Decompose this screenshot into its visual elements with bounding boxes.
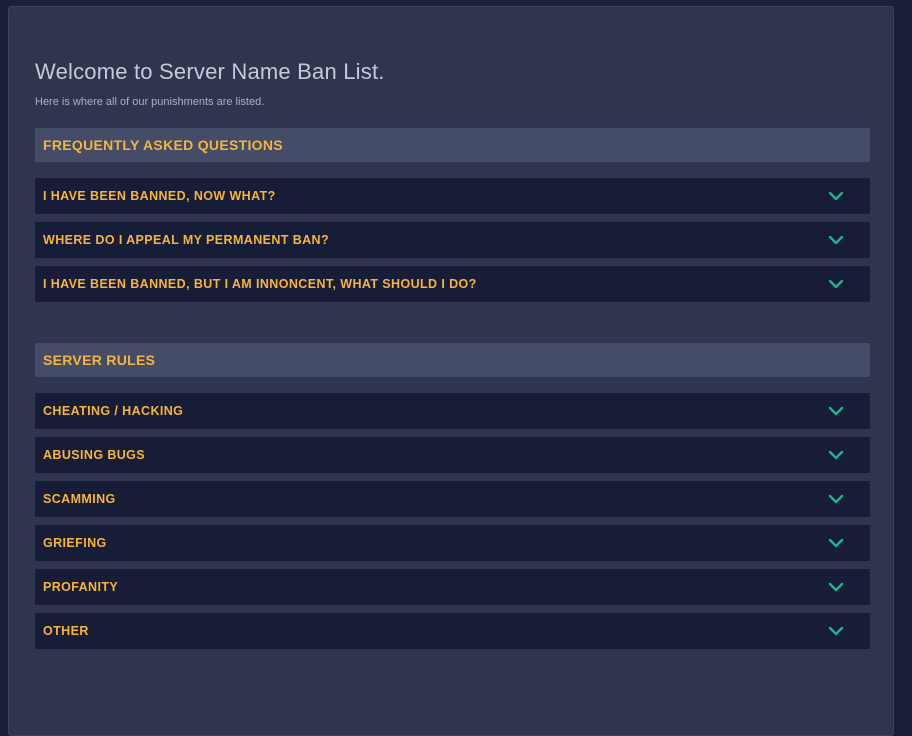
rule-item-label: SCAMMING xyxy=(43,492,116,506)
rule-item-profanity[interactable]: PROFANITY xyxy=(35,569,870,605)
chevron-down-icon[interactable] xyxy=(828,235,844,245)
rule-item-label: PROFANITY xyxy=(43,580,119,594)
page-title: Welcome to Server Name Ban List. xyxy=(35,59,385,84)
faq-item-label: I HAVE BEEN BANNED, BUT I AM INNONCENT, … xyxy=(43,277,477,291)
faq-item-label: I HAVE BEEN BANNED, NOW WHAT? xyxy=(43,189,276,203)
chevron-down-icon[interactable] xyxy=(828,406,844,416)
rule-item-label: OTHER xyxy=(43,624,89,638)
faq-item-appeal-permanent-ban[interactable]: WHERE DO I APPEAL MY PERMANENT BAN? xyxy=(35,222,870,258)
faq-item-banned-now-what[interactable]: I HAVE BEEN BANNED, NOW WHAT? xyxy=(35,178,870,214)
chevron-down-icon[interactable] xyxy=(828,626,844,636)
faq-item-label: WHERE DO I APPEAL MY PERMANENT BAN? xyxy=(43,233,330,247)
rule-item-other[interactable]: OTHER xyxy=(35,613,870,649)
rule-item-label: GRIEFING xyxy=(43,536,107,550)
faq-section: FREQUENTLY ASKED QUESTIONS I HAVE BEEN B… xyxy=(35,128,870,302)
main-panel: Welcome to Server Name Ban List. Here is… xyxy=(8,6,894,736)
chevron-down-icon[interactable] xyxy=(828,538,844,548)
rule-item-cheating-hacking[interactable]: CHEATING / HACKING xyxy=(35,393,870,429)
chevron-down-icon[interactable] xyxy=(828,582,844,592)
chevron-down-icon[interactable] xyxy=(828,450,844,460)
faq-section-header: FREQUENTLY ASKED QUESTIONS xyxy=(35,128,870,162)
faq-section-title: FREQUENTLY ASKED QUESTIONS xyxy=(43,137,283,153)
faq-item-banned-innocent[interactable]: I HAVE BEEN BANNED, BUT I AM INNONCENT, … xyxy=(35,266,870,302)
chevron-down-icon[interactable] xyxy=(828,494,844,504)
rule-item-scamming[interactable]: SCAMMING xyxy=(35,481,870,517)
rule-item-label: ABUSING BUGS xyxy=(43,448,146,462)
rules-section: SERVER RULES CHEATING / HACKING ABUSING … xyxy=(35,343,870,649)
rules-section-title: SERVER RULES xyxy=(43,352,156,368)
rules-section-header: SERVER RULES xyxy=(35,343,870,377)
chevron-down-icon[interactable] xyxy=(828,279,844,289)
rule-item-label: CHEATING / HACKING xyxy=(43,404,184,418)
rule-item-abusing-bugs[interactable]: ABUSING BUGS xyxy=(35,437,870,473)
page-subtitle: Here is where all of our punishments are… xyxy=(35,96,265,108)
rule-item-griefing[interactable]: GRIEFING xyxy=(35,525,870,561)
chevron-down-icon[interactable] xyxy=(828,191,844,201)
